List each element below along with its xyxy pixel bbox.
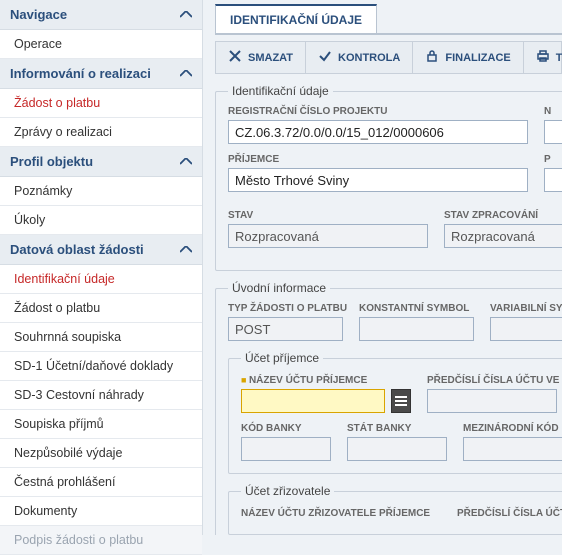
action-bar: SMAZAT KONTROLA FINALIZACE TISK [215, 41, 562, 74]
stav-zprac-label: STAV ZPRACOVÁNÍ [444, 210, 562, 221]
predcisli-zriz-label: PŘEDČÍSLÍ ČÍSLA ÚČTU VE [457, 508, 562, 519]
tab-identifikacni-udaje[interactable]: IDENTIFIKAČNÍ ÚDAJE [215, 4, 377, 33]
vs-label: VARIABILNÍ SYMBOL [490, 303, 562, 314]
nazev-zriz-label: NÁZEV ÚČTU ZŘIZOVATELE PŘÍJEMCE [241, 508, 441, 519]
fieldset-identifikacni: Identifikační údaje REGISTRAČNÍ ČÍSLO PR… [215, 84, 562, 271]
stat-banky-input [347, 437, 447, 461]
chevron-up-icon [180, 244, 192, 256]
check-icon [318, 49, 332, 66]
sidebar-item-podpis[interactable]: Podpis žádosti o platbu [0, 526, 202, 555]
ks-input [359, 317, 474, 341]
tab-bar: IDENTIFIKAČNÍ ÚDAJE [215, 4, 562, 35]
button-label: KONTROLA [338, 52, 400, 64]
tisk-button[interactable]: TISK [524, 42, 562, 73]
stav-zprac-input [444, 224, 562, 248]
stav-input [228, 224, 428, 248]
nav-section-datova[interactable]: Datová oblast žádosti [0, 235, 202, 265]
sidebar-item-cestna[interactable]: Čestná prohlášení [0, 468, 202, 497]
typ-input [228, 317, 343, 341]
sidebar-item-sd1[interactable]: SD-1 Účetní/daňové doklady [0, 352, 202, 381]
prijemce-input[interactable] [228, 168, 528, 192]
fieldset-legend: Úvodní informace [228, 281, 330, 295]
fieldset-legend: Účet příjemce [241, 351, 323, 365]
sidebar-item-poznamky[interactable]: Poznámky [0, 177, 202, 206]
fieldset-ucet-prijemce: Účet příjemce NÁZEV ÚČTU PŘÍJEMCE PŘEDČÍ… [228, 351, 562, 474]
smazat-button[interactable]: SMAZAT [216, 42, 306, 73]
mez-kod-label: MEZINÁRODNÍ KÓD BANKY [463, 423, 562, 434]
nav-section-profil[interactable]: Profil objektu [0, 147, 202, 177]
fieldset-uvodni: Úvodní informace TYP ŽÁDOSTI O PLATBU KO… [215, 281, 562, 535]
chevron-up-icon [180, 68, 192, 80]
nav-section-label: Profil objektu [10, 154, 93, 169]
mez-kod-input [463, 437, 562, 461]
sidebar-item-soupiska-prijmu[interactable]: Soupiska příjmů [0, 410, 202, 439]
nazev-uctu-label: NÁZEV ÚČTU PŘÍJEMCE [241, 375, 411, 386]
sidebar-item-identifikacni[interactable]: Identifikační údaje [0, 265, 202, 294]
predcisli-label: PŘEDČÍSLÍ ČÍSLA ÚČTU VE [427, 375, 557, 386]
list-icon [395, 396, 407, 406]
predcisli-input [427, 389, 557, 413]
button-label: TISK [556, 52, 562, 64]
nav-section-label: Navigace [10, 7, 67, 22]
fieldset-legend: Účet zřizovatele [241, 484, 334, 498]
p-label: P [544, 154, 562, 165]
prijemce-label: PŘÍJEMCE [228, 154, 528, 165]
nazev-uctu-input[interactable] [241, 389, 385, 413]
sidebar-item-operace[interactable]: Operace [0, 30, 202, 59]
sidebar-item-zadost-o-platbu[interactable]: Žádost o platbu [0, 89, 202, 118]
n-label: N [544, 106, 562, 117]
fieldset-legend: Identifikační údaje [228, 84, 333, 98]
typ-label: TYP ŽÁDOSTI O PLATBU [228, 303, 343, 314]
sidebar-item-ukoly[interactable]: Úkoly [0, 206, 202, 235]
nav-section-navigace[interactable]: Navigace [0, 0, 202, 30]
sidebar-item-dokumenty[interactable]: Dokumenty [0, 497, 202, 526]
main-panel: IDENTIFIKAČNÍ ÚDAJE SMAZAT KONTROLA FINA… [203, 0, 562, 535]
p-input[interactable] [544, 168, 562, 192]
stav-label: STAV [228, 210, 428, 221]
n-input[interactable] [544, 120, 562, 144]
button-label: FINALIZACE [445, 52, 510, 64]
button-label: SMAZAT [248, 52, 293, 64]
sidebar-item-souhrnna[interactable]: Souhrnná soupiska [0, 323, 202, 352]
reg-input[interactable] [228, 120, 528, 144]
nav-section-label: Informování o realizaci [10, 66, 151, 81]
fieldset-ucet-zrizovatele: Účet zřizovatele NÁZEV ÚČTU ZŘIZOVATELE … [228, 484, 562, 535]
sidebar-item-sd3[interactable]: SD-3 Cestovní náhrady [0, 381, 202, 410]
nav-section-informovani[interactable]: Informování o realizaci [0, 59, 202, 89]
kod-banky-input [241, 437, 331, 461]
nav-section-label: Datová oblast žádosti [10, 242, 144, 257]
print-icon [536, 49, 550, 66]
ks-label: KONSTANTNÍ SYMBOL [359, 303, 474, 314]
sidebar-item-zadost2[interactable]: Žádost o platbu [0, 294, 202, 323]
lock-icon [425, 49, 439, 66]
reg-label: REGISTRAČNÍ ČÍSLO PROJEKTU [228, 106, 528, 117]
stat-banky-label: STÁT BANKY [347, 423, 447, 434]
sidebar-item-zpravy[interactable]: Zprávy o realizaci [0, 118, 202, 147]
sidebar-item-nezpusobile[interactable]: Nezpůsobilé výdaje [0, 439, 202, 468]
close-icon [228, 49, 242, 66]
finalizace-button[interactable]: FINALIZACE [413, 42, 523, 73]
sidebar: Navigace Operace Informování o realizaci… [0, 0, 203, 535]
vs-input [490, 317, 562, 341]
chevron-up-icon [180, 156, 192, 168]
kontrola-button[interactable]: KONTROLA [306, 42, 413, 73]
kod-banky-label: KÓD BANKY [241, 423, 331, 434]
chevron-up-icon [180, 9, 192, 21]
list-picker-button[interactable] [391, 389, 411, 413]
